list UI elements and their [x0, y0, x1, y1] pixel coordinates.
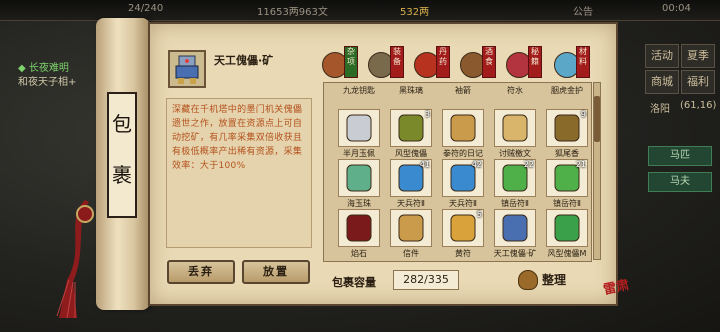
- category-tab-label: 杂项: [344, 46, 358, 78]
- selected-item-icon: [168, 50, 206, 88]
- category-tab-1[interactable]: 装备: [368, 46, 404, 80]
- quest-tracker[interactable]: ◆ 长夜难明 和夜天子相+: [18, 62, 76, 90]
- discard-button[interactable]: 丢弃: [167, 260, 235, 284]
- inventory-slot[interactable]: 3: [390, 109, 432, 147]
- inventory-slot[interactable]: 21: [546, 159, 588, 197]
- horse-button[interactable]: 马匹: [648, 146, 712, 166]
- item-name-label: 袖箭: [455, 86, 471, 95]
- letter-icon: [398, 214, 424, 242]
- item-count: 3: [424, 110, 430, 119]
- puppet-mine-icon: [502, 214, 528, 242]
- jade-pendant-icon: [346, 114, 372, 142]
- item-name-label: 海玉珠: [347, 199, 371, 208]
- item-name-label: 镇岳符Ⅱ: [553, 199, 581, 208]
- welfare-button[interactable]: 福利: [681, 70, 715, 94]
- item-name-label: 黄符: [455, 249, 471, 258]
- ember-stone-icon: [346, 214, 372, 242]
- inventory-slot[interactable]: [338, 109, 380, 147]
- inventory-slot[interactable]: [442, 109, 484, 147]
- category-tab-4[interactable]: 秘籍: [506, 46, 542, 80]
- bag-title-label: 包 裹: [107, 92, 137, 218]
- item-count: 21: [575, 160, 586, 169]
- author-seal-stamp: 雷肃: [602, 277, 631, 299]
- inventory-slot[interactable]: 9: [546, 109, 588, 147]
- item-name-label: 天兵符Ⅱ: [449, 199, 477, 208]
- sort-label: 整理: [542, 273, 567, 287]
- mall-button[interactable]: 商城: [645, 70, 679, 94]
- silver-value: 11653两963文: [257, 7, 328, 18]
- item-name-label: 胭虎金护: [551, 86, 583, 95]
- item-name-label: 讨贼檄文: [499, 149, 531, 158]
- inventory-slot[interactable]: 42: [442, 159, 484, 197]
- quest-title: ◆ 长夜难明: [18, 63, 69, 74]
- inventory-slot[interactable]: 22: [494, 159, 536, 197]
- groom-button[interactable]: 马夫: [648, 172, 712, 192]
- item-name-label: 符水: [507, 86, 523, 95]
- inventory-slot[interactable]: 41: [390, 159, 432, 197]
- item-name-label: 天兵符Ⅱ: [397, 199, 425, 208]
- item-name-label: 拳符的日记: [443, 149, 483, 158]
- inventory-slot[interactable]: 5: [442, 209, 484, 247]
- pearl-icon: [346, 164, 372, 192]
- item-name-label: 半月玉佩: [343, 149, 375, 158]
- activity-button[interactable]: 活动: [645, 44, 679, 68]
- place-button[interactable]: 放置: [242, 260, 310, 284]
- item-name-label: 风型傀儡: [395, 149, 427, 158]
- map-coords: (61,16): [680, 100, 717, 111]
- stamina-value: 24/240: [128, 3, 164, 14]
- category-tab-3[interactable]: 酒食: [460, 46, 496, 80]
- item-name-label: 黑珠璃: [399, 86, 423, 95]
- tassel-knot: [76, 205, 94, 223]
- clock-text: 00:04: [662, 3, 691, 14]
- inventory-slot[interactable]: [546, 209, 588, 247]
- item-name-label: 天工傀儡·矿: [493, 249, 537, 258]
- summer-button[interactable]: 夏季: [681, 44, 715, 68]
- sort-button[interactable]: 整理: [518, 268, 578, 292]
- item-name-label: 信件: [403, 249, 419, 258]
- category-tab-label: 材料: [576, 46, 590, 78]
- item-name-label: 焰石: [351, 249, 367, 258]
- selected-item-name: 天工傀儡·矿: [214, 54, 274, 67]
- item-name-label: 九龙钥匙: [343, 86, 375, 95]
- diary-icon: [450, 114, 476, 142]
- category-tab-label: 装备: [390, 46, 404, 78]
- item-count: 9: [580, 110, 586, 119]
- item-count: 42: [471, 160, 482, 169]
- scrollbar-thumb[interactable]: [594, 96, 600, 142]
- item-name-label: 风型傀儡M: [547, 249, 587, 258]
- puppet-m-icon: [554, 214, 580, 242]
- map-name: 洛阳: [650, 104, 670, 115]
- gold-value: 532两: [400, 7, 430, 18]
- bag-title-char-2: 裹: [112, 163, 132, 187]
- item-count: 22: [523, 160, 534, 169]
- quest-line: 和夜天子相+: [18, 77, 77, 88]
- category-tab-label: 酒食: [482, 46, 496, 78]
- category-tab-0[interactable]: 杂项: [322, 46, 358, 80]
- inventory-grid: 九龙钥匙 黑珠璃 袖箭 符水 胭虎金护半月玉佩 3 风型傀儡 拳符的日记 讨贼檄文 9 狐尾香海玉珠…: [323, 82, 592, 262]
- item-count: 5: [476, 210, 482, 219]
- category-tab-label: 丹药: [436, 46, 450, 78]
- capacity-label: 包裹容量: [332, 276, 376, 289]
- item-count: 41: [419, 160, 430, 169]
- inventory-slot[interactable]: [494, 109, 536, 147]
- item-name-label: 镇岳符Ⅱ: [501, 199, 529, 208]
- inventory-slot[interactable]: [338, 209, 380, 247]
- category-tab-label: 秘籍: [528, 46, 542, 78]
- inventory-slot[interactable]: [338, 159, 380, 197]
- bag-title-char-1: 包: [112, 112, 132, 136]
- category-tab-2[interactable]: 丹药: [414, 46, 450, 80]
- puppet-mine-icon: [175, 55, 199, 84]
- item-description: 深藏在千机塔中的墨门机关傀儡遗世之作，放置在资源点上可自动挖矿，有几率采集双倍收…: [166, 98, 312, 248]
- inventory-slot[interactable]: [390, 209, 432, 247]
- bag-icon: [518, 270, 538, 290]
- category-tab-5[interactable]: 材料: [554, 46, 590, 80]
- notice-button[interactable]: 公告: [573, 3, 593, 18]
- inventory-slot[interactable]: [494, 209, 536, 247]
- item-name-label: 狐尾香: [555, 149, 579, 158]
- capacity-value: 282/335: [393, 270, 459, 290]
- proclamation-icon: [502, 114, 528, 142]
